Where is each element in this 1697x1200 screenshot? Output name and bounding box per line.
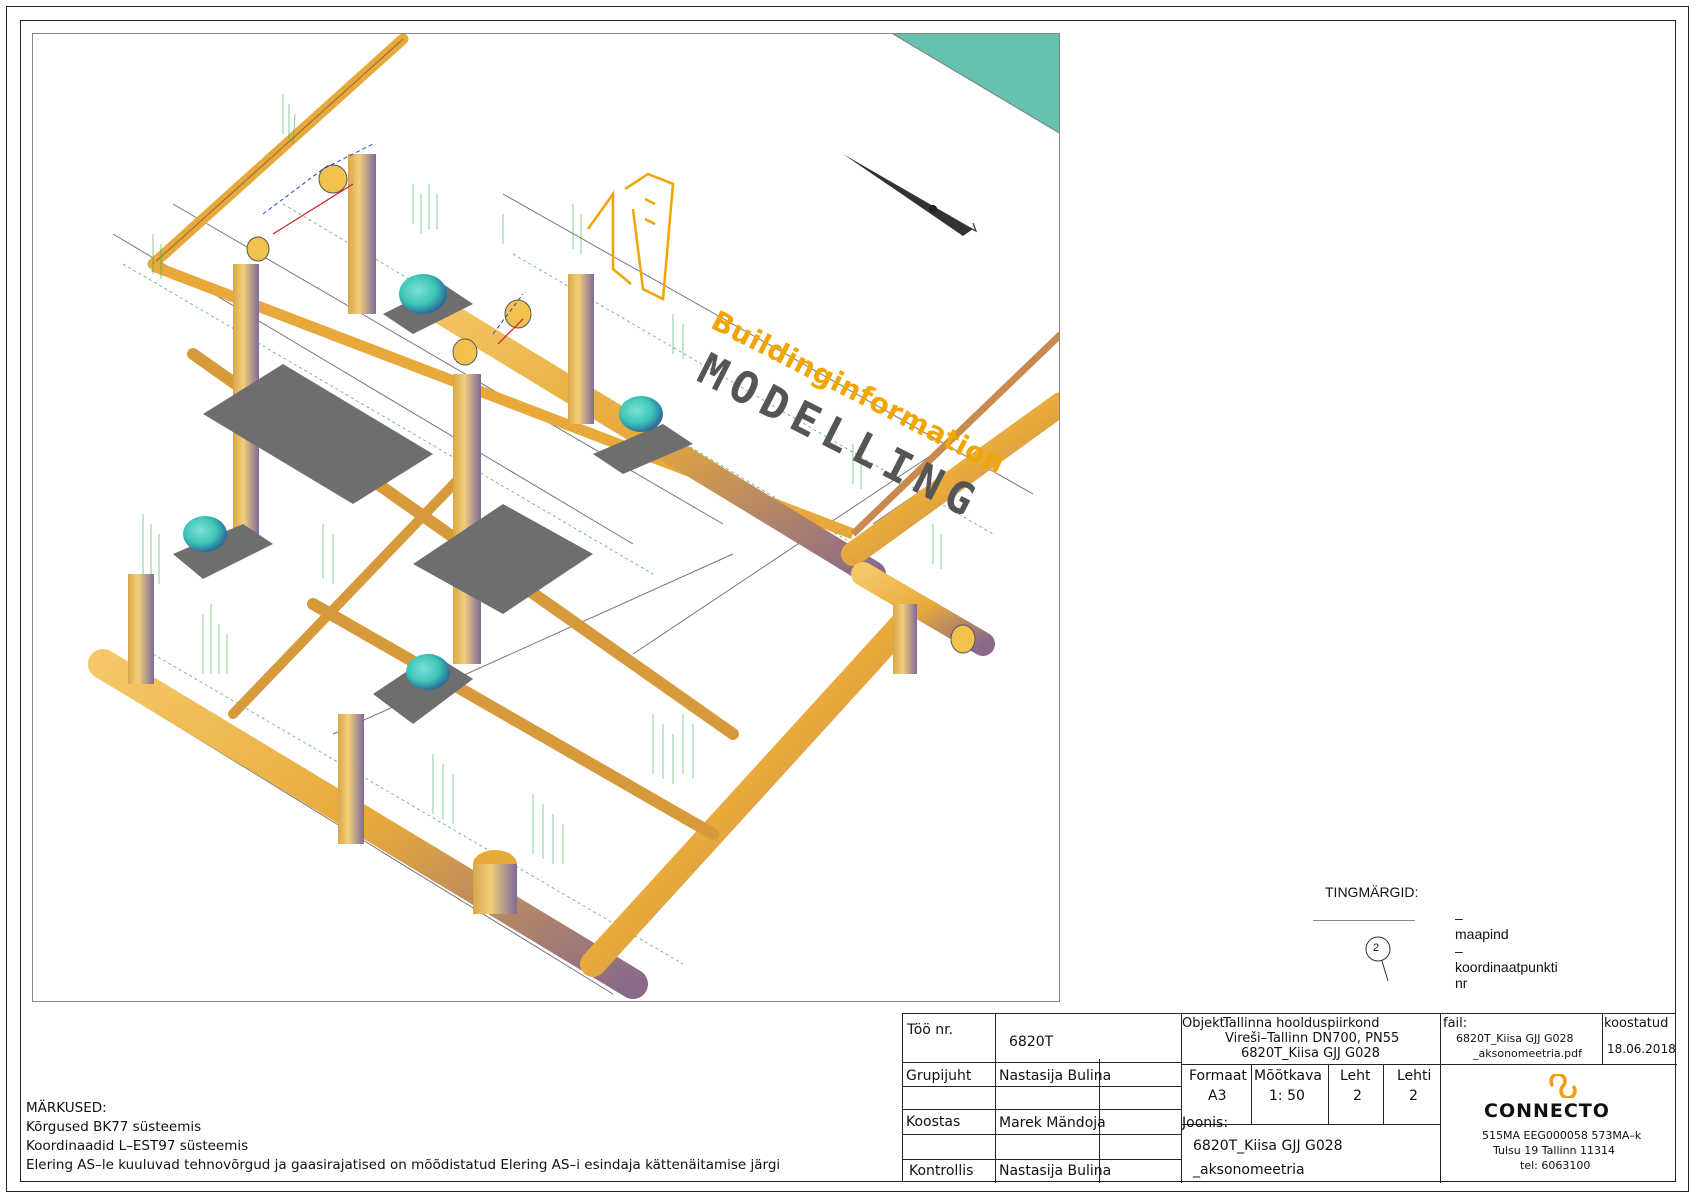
notes-line: Koordinaadid L–EST97 süsteemis bbox=[26, 1138, 249, 1154]
legend-coordinate-number: 2 bbox=[1373, 942, 1380, 954]
joonis-line-1: 6820T_Kiisa GJJ G028 bbox=[1193, 1138, 1343, 1154]
koostas-value: Marek Mändoja bbox=[999, 1115, 1106, 1131]
notes-block: MÄRKUSED: Kõrgused BK77 süsteemis Koordi… bbox=[26, 1099, 780, 1175]
formaat-label: Formaat bbox=[1189, 1068, 1247, 1084]
leht-value: 2 bbox=[1353, 1088, 1362, 1104]
koostatud-label: koostatud bbox=[1604, 1016, 1669, 1031]
mootkava-value: 1: 50 bbox=[1269, 1088, 1305, 1104]
joonis-line-2: _aksonomeetria bbox=[1193, 1162, 1305, 1178]
company-name: CONNECTO bbox=[1484, 1100, 1610, 1122]
legend-title: TINGMÄRGID: bbox=[1325, 884, 1419, 900]
objekt-line-3: 6820T_Kiisa GJJ G028 bbox=[1241, 1046, 1380, 1061]
koostas-label: Koostas bbox=[906, 1114, 961, 1130]
objekt-line-1: Tallinna hoolduspiirkond bbox=[1223, 1016, 1380, 1031]
grupijuht-value: Nastasija Bulina bbox=[999, 1068, 1112, 1084]
joonis-label: Joonis: bbox=[1182, 1115, 1229, 1131]
legend-item-ground: – maapind bbox=[1455, 910, 1509, 942]
north-arrow bbox=[843, 154, 978, 236]
lehti-label: Lehti bbox=[1397, 1068, 1432, 1084]
company-line-2: Tulsu 19 Tallinn 11314 bbox=[1493, 1144, 1616, 1157]
too-nr-label: Töö nr. bbox=[907, 1022, 954, 1038]
mootkava-label: Mõõtkava bbox=[1254, 1068, 1323, 1084]
pipeline-3d-view bbox=[88, 34, 1059, 999]
leht-label: Leht bbox=[1340, 1068, 1371, 1084]
koostatud-value: 18.06.2018 bbox=[1607, 1042, 1676, 1056]
too-nr-value: 6820T bbox=[1009, 1034, 1054, 1050]
legend-coordinate-point-symbol bbox=[1365, 936, 1391, 982]
notes-heading: MÄRKUSED: bbox=[26, 1100, 107, 1116]
connecto-logo-icon bbox=[1549, 1074, 1577, 1098]
company-line-3: tel: 6063100 bbox=[1520, 1159, 1591, 1172]
company-line-1: 515MA EEG000058 573MA–k bbox=[1482, 1129, 1642, 1142]
objekt-line-2: Vireši–Tallinn DN700, PN55 bbox=[1225, 1031, 1400, 1046]
axonometric-drawing: Buildinginformation MODELLING bbox=[32, 33, 1060, 1002]
title-block: Töö nr. 6820T Grupijuht Nastasija Bulina… bbox=[902, 1013, 1677, 1183]
grupijuht-label: Grupijuht bbox=[906, 1068, 972, 1084]
legend-ground-line-symbol bbox=[1313, 920, 1415, 921]
fail-line-2: _aksonomeetria.pdf bbox=[1473, 1047, 1582, 1060]
building-logo-icon bbox=[586, 172, 675, 301]
legend-item-coordinate: – koordinaatpunkti nr bbox=[1455, 943, 1558, 991]
notes-line: Kõrgused BK77 süsteemis bbox=[26, 1119, 202, 1135]
lehti-value: 2 bbox=[1409, 1088, 1418, 1104]
formaat-value: A3 bbox=[1208, 1088, 1227, 1104]
notes-line: Elering AS–le kuuluvad tehnovõrgud ja ga… bbox=[26, 1157, 781, 1173]
kontrollis-label: Kontrollis bbox=[909, 1163, 974, 1179]
kontrollis-value: Nastasija Bulina bbox=[999, 1163, 1112, 1179]
fail-label: fail: bbox=[1443, 1016, 1468, 1031]
fail-line-1: 6820T_Kiisa GJJ G028 bbox=[1456, 1032, 1574, 1045]
